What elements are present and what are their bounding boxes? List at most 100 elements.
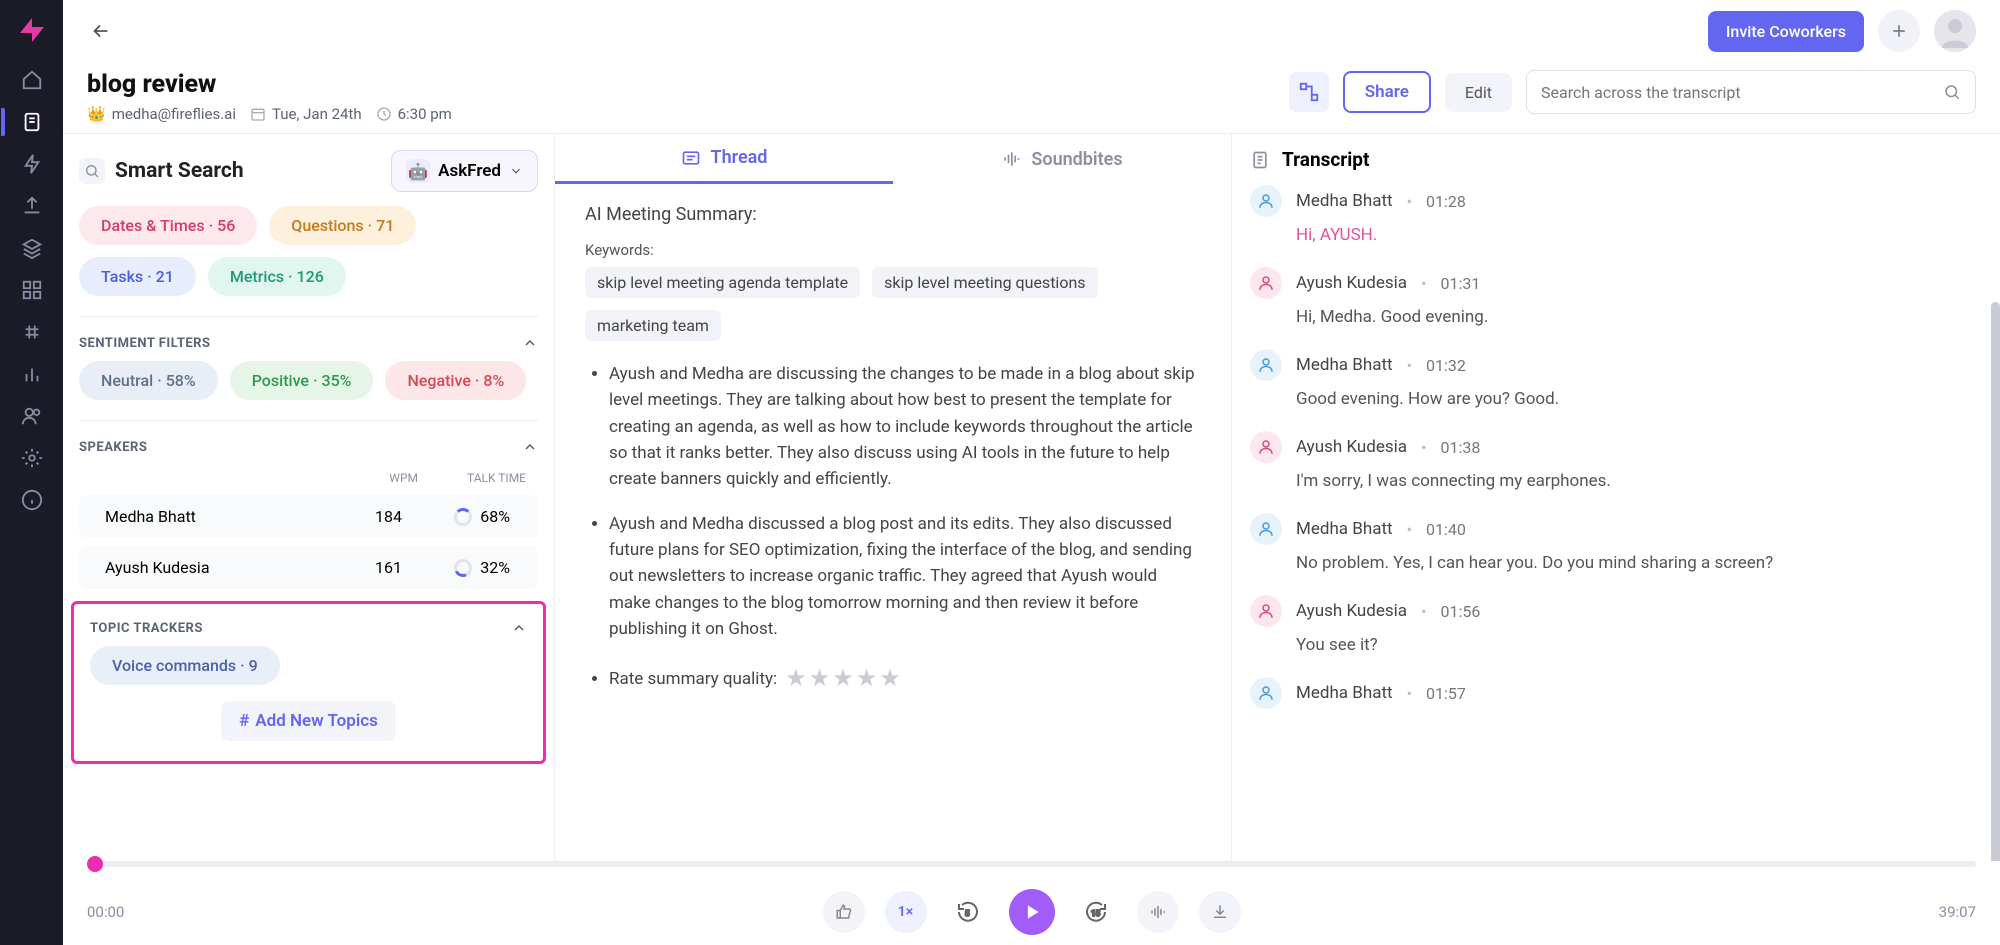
time-text: 6:30 pm	[398, 105, 452, 123]
player-bar: 00:00 1× 5 15	[63, 861, 2000, 945]
filter-questions[interactable]: Questions · 71	[269, 206, 416, 245]
forward-button[interactable]: 15	[1075, 891, 1117, 933]
chevron-up-icon[interactable]	[522, 439, 538, 455]
meta-time: 6:30 pm	[376, 105, 452, 123]
tab-soundbites-label: Soundbites	[1031, 149, 1122, 170]
center-panel: Thread Soundbites AI Meeting Summary: Ke…	[555, 134, 1232, 945]
topic-voice-commands[interactable]: Voice commands · 9	[90, 646, 280, 685]
keywords-label: Keywords:	[585, 241, 1201, 259]
transcript-search[interactable]	[1526, 70, 1976, 114]
robot-icon: 🤖	[406, 159, 430, 183]
rewind-button[interactable]: 5	[947, 891, 989, 933]
meta-row: 👑 medha@fireflies.ai Tue, Jan 24th 6:30 …	[87, 105, 452, 123]
meta-date: Tue, Jan 24th	[250, 105, 362, 123]
transcript-text: I'm sorry, I was connecting my earphones…	[1250, 471, 1982, 491]
askfred-button[interactable]: 🤖 AskFred	[391, 150, 538, 192]
transcript-speaker: Ayush Kudesia	[1296, 601, 1407, 621]
transcript-item[interactable]: Medha Bhatt • 01:28 Hi, AYUSH.	[1250, 185, 1982, 245]
speaker-table-header: WPM TALK TIME	[63, 465, 554, 491]
nav-notebook-icon[interactable]	[20, 110, 44, 134]
nav-hash-icon[interactable]	[20, 320, 44, 344]
page-title: blog review	[87, 70, 452, 99]
transcript-speaker: Ayush Kudesia	[1296, 437, 1407, 457]
invite-button[interactable]: Invite Coworkers	[1708, 11, 1864, 52]
user-avatar[interactable]	[1934, 10, 1976, 52]
star-icon[interactable]: ★	[785, 660, 807, 697]
sentiment-positive[interactable]: Positive · 35%	[230, 361, 374, 400]
nav-settings-icon[interactable]	[20, 446, 44, 470]
rating-stars[interactable]: ★ ★ ★ ★ ★	[785, 660, 901, 697]
speaker-row[interactable]: Ayush Kudesia 161 32%	[79, 546, 538, 589]
speaker-row[interactable]: Medha Bhatt 184 68%	[79, 495, 538, 538]
sentiment-neutral[interactable]: Neutral · 58%	[79, 361, 218, 400]
tab-soundbites[interactable]: Soundbites	[893, 134, 1231, 184]
add-button[interactable]	[1878, 10, 1920, 52]
transcript-header: Transcript	[1232, 134, 2000, 185]
add-topics-button[interactable]: # Add New Topics	[221, 701, 396, 741]
star-icon[interactable]: ★	[809, 660, 831, 697]
app-logo[interactable]	[12, 10, 52, 50]
transcript-text: Hi, Medha. Good evening.	[1250, 307, 1982, 327]
content: Smart Search 🤖 AskFred Dates & Times · 5…	[63, 134, 2000, 945]
tab-thread[interactable]: Thread	[555, 134, 893, 184]
hash-icon: #	[239, 711, 249, 731]
transcript-item[interactable]: Ayush Kudesia • 01:56 You see it?	[1250, 595, 1982, 655]
waveform-button[interactable]	[1137, 891, 1179, 933]
chevron-up-icon[interactable]	[511, 620, 527, 636]
calendar-icon	[250, 106, 266, 122]
progress-handle[interactable]	[87, 856, 103, 872]
nav-home-icon[interactable]	[20, 68, 44, 92]
keyword-chip[interactable]: marketing team	[585, 310, 721, 341]
nav-layers-icon[interactable]	[20, 236, 44, 260]
transcript-item[interactable]: Medha Bhatt • 01:57	[1250, 677, 1982, 709]
keyword-chip[interactable]: skip level meeting questions	[872, 267, 1097, 298]
speaker-wpm: 184	[346, 507, 402, 526]
star-icon[interactable]: ★	[856, 660, 878, 697]
transcript-item[interactable]: Ayush Kudesia • 01:31 Hi, Medha. Good ev…	[1250, 267, 1982, 327]
nav-upload-icon[interactable]	[20, 194, 44, 218]
filter-dates[interactable]: Dates & Times · 56	[79, 206, 257, 245]
scrollbar[interactable]	[1991, 302, 2000, 933]
play-button[interactable]	[1009, 889, 1055, 935]
flow-icon-button[interactable]	[1289, 72, 1329, 112]
speed-button[interactable]: 1×	[885, 891, 927, 933]
transcript-item[interactable]: Medha Bhatt • 01:40 No problem. Yes, I c…	[1250, 513, 1982, 573]
transcript-time: 01:38	[1440, 438, 1480, 457]
edit-button[interactable]: Edit	[1445, 73, 1512, 112]
sentiment-header: SENTIMENT FILTERS	[63, 321, 554, 361]
owner-text: medha@fireflies.ai	[112, 105, 236, 123]
star-icon[interactable]: ★	[879, 660, 901, 697]
nav-team-icon[interactable]	[20, 404, 44, 428]
star-icon[interactable]: ★	[832, 660, 854, 697]
chevron-up-icon[interactable]	[522, 335, 538, 351]
speaker-name: Ayush Kudesia	[105, 558, 346, 577]
transcript-body[interactable]: Medha Bhatt • 01:28 Hi, AYUSH. Ayush Kud…	[1232, 185, 2000, 945]
chevron-down-icon	[509, 164, 523, 178]
keyword-chip[interactable]: skip level meeting agenda template	[585, 267, 860, 298]
nav-info-icon[interactable]	[20, 488, 44, 512]
transcript-item[interactable]: Ayush Kudesia • 01:38 I'm sorry, I was c…	[1250, 431, 1982, 491]
nav-bolt-icon[interactable]	[20, 152, 44, 176]
progress-track[interactable]	[87, 861, 1976, 867]
sentiment-filters: Neutral · 58% Positive · 35% Negative · …	[63, 361, 554, 416]
transcript-time: 01:31	[1440, 274, 1480, 293]
rate-label: Rate summary quality:	[609, 666, 777, 692]
transcript-item[interactable]: Medha Bhatt • 01:32 Good evening. How ar…	[1250, 349, 1982, 409]
main-area: Invite Coworkers blog review 👑 medha@fir…	[63, 0, 2000, 945]
nav-chart-icon[interactable]	[20, 362, 44, 386]
app-rail	[0, 0, 63, 945]
share-button[interactable]: Share	[1343, 71, 1431, 113]
thumbs-up-button[interactable]	[823, 891, 865, 933]
title-row: blog review 👑 medha@fireflies.ai Tue, Ja…	[63, 62, 2000, 134]
back-button[interactable]	[87, 17, 115, 45]
nav-apps-icon[interactable]	[20, 278, 44, 302]
askfred-label: AskFred	[438, 161, 501, 181]
smart-filters: Dates & Times · 56 Questions · 71 Tasks …	[63, 206, 554, 312]
transcript-time: 01:28	[1426, 192, 1466, 211]
filter-tasks[interactable]: Tasks · 21	[79, 257, 196, 296]
download-button[interactable]	[1199, 891, 1241, 933]
filter-metrics[interactable]: Metrics · 126	[208, 257, 346, 296]
transcript-search-input[interactable]	[1541, 83, 1943, 102]
sentiment-negative[interactable]: Negative · 8%	[385, 361, 526, 400]
sentiment-title: SENTIMENT FILTERS	[79, 336, 211, 351]
